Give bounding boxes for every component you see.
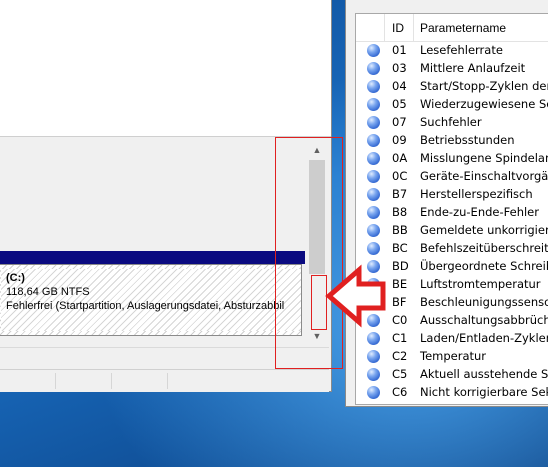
status-dot-icon [367, 350, 380, 363]
status-dot-icon [367, 242, 380, 255]
attribute-id: B8 [392, 205, 408, 219]
attribute-id: C5 [392, 367, 408, 381]
status-dot-icon [367, 44, 380, 57]
partition-status: Fehlerfrei (Startpartition, Auslagerungs… [6, 300, 285, 312]
list-item[interactable]: C2 Temperatur [356, 347, 548, 365]
attribute-id: C6 [392, 385, 408, 399]
partition-info: (C:) 118,64 GB NTFS Fehlerfrei (Startpar… [1, 269, 301, 331]
attribute-name: Suchfehler [420, 115, 482, 129]
attribute-id: 07 [392, 115, 407, 129]
attribute-id: 05 [392, 97, 407, 111]
attribute-name: Übergeordnete Schreibt [420, 259, 548, 273]
attribute-id: BD [392, 259, 409, 273]
list-item[interactable]: BC Befehlszeitüberschreitu [356, 239, 548, 257]
smart-attributes-window: ID Parametername 01 Lesefehlerrate 03 Mittl… [345, 0, 548, 407]
attribute-id: 03 [392, 61, 407, 75]
attribute-id: 09 [392, 133, 407, 147]
annotation-highlight-rect [275, 137, 343, 369]
attribute-id: 04 [392, 79, 407, 93]
attribute-name: Misslungene Spindelani [420, 151, 548, 165]
status-dot-icon [367, 206, 380, 219]
attribute-name: Herstellerspezifisch [420, 187, 533, 201]
attribute-name: Betriebsstunden [420, 133, 515, 147]
list-item[interactable]: C6 Nicht korrigierbare Sekt [356, 383, 548, 401]
attribute-id: 0C [392, 169, 408, 183]
attribute-name: Laden/Entladen-Zyklen [420, 331, 548, 345]
list-item[interactable]: 04 Start/Stopp-Zyklen der [356, 77, 548, 95]
attribute-id: BB [392, 223, 408, 237]
list-item[interactable]: BB Gemeldete unkorrigierb [356, 221, 548, 239]
annotation-arrow-icon [325, 264, 386, 328]
status-dot-icon [367, 170, 380, 183]
status-dot-icon [367, 188, 380, 201]
attribute-name: Beschleunigungssensor [420, 295, 548, 309]
smart-attribute-list[interactable]: ID Parametername 01 Lesefehlerrate 03 Mittl… [355, 13, 548, 405]
list-item[interactable]: B8 Ende-zu-Ende-Fehler [356, 203, 548, 221]
attribute-name: Wiederzugewiesene Se [420, 97, 548, 111]
header-divider [413, 14, 414, 41]
status-dot-icon [367, 386, 380, 399]
attribute-name: Nicht korrigierbare Sekt [420, 385, 548, 399]
status-divider [167, 373, 168, 389]
attribute-id: B7 [392, 187, 408, 201]
attribute-id: C2 [392, 349, 408, 363]
attribute-name: Lesefehlerrate [420, 43, 503, 57]
partition-size: 118,64 GB NTFS [6, 286, 90, 298]
attribute-name: Start/Stopp-Zyklen der [420, 79, 548, 93]
attribute-id: 01 [392, 43, 407, 57]
partition-c[interactable]: (C:) 118,64 GB NTFS Fehlerfrei (Startpar… [0, 264, 302, 336]
partition-header-bar [0, 251, 305, 264]
attribute-name: Befehlszeitüberschreitu [420, 241, 548, 255]
list-item[interactable]: 0C Geräte-Einschaltvorgän [356, 167, 548, 185]
volume-list-area [0, 0, 331, 137]
attribute-id: BE [392, 277, 408, 291]
list-item[interactable]: 03 Mittlere Anlaufzeit [356, 59, 548, 77]
list-item[interactable]: 01 Lesefehlerrate [356, 41, 548, 59]
attribute-name: Aktuell ausstehende Se [420, 367, 548, 381]
attribute-id: C0 [392, 313, 408, 327]
disk-graphic-area [0, 139, 307, 239]
list-item[interactable]: C1 Laden/Entladen-Zyklen [356, 329, 548, 347]
status-divider [111, 373, 112, 389]
partition-drive-label: (C:) [6, 272, 25, 284]
attribute-id: BF [392, 295, 407, 309]
attribute-id: BC [392, 241, 408, 255]
attribute-id: 0A [392, 151, 408, 165]
attribute-name: Ende-zu-Ende-Fehler [420, 205, 539, 219]
attribute-name: Temperatur [420, 349, 487, 363]
status-divider [55, 373, 56, 389]
status-dot-icon [367, 116, 380, 129]
status-dot-icon [367, 332, 380, 345]
status-dot-icon [367, 224, 380, 237]
attribute-name: Mittlere Anlaufzeit [420, 61, 526, 75]
list-item[interactable]: B7 Herstellerspezifisch [356, 185, 548, 203]
column-header-name[interactable]: Parametername [420, 21, 506, 35]
attribute-name: Luftstromtemperatur [420, 277, 541, 291]
attribute-name: Geräte-Einschaltvorgän [420, 169, 548, 183]
attribute-name: Ausschaltungsabbrüche [420, 313, 548, 327]
list-item[interactable]: 0A Misslungene Spindelani [356, 149, 548, 167]
status-dot-icon [367, 98, 380, 111]
column-header-id[interactable]: ID [392, 21, 404, 35]
attribute-name: Gemeldete unkorrigierb [420, 223, 548, 237]
list-item[interactable]: 05 Wiederzugewiesene Se [356, 95, 548, 113]
list-item[interactable]: C5 Aktuell ausstehende Se [356, 365, 548, 383]
list-header: ID Parametername [356, 14, 548, 42]
attribute-id: C1 [392, 331, 408, 345]
status-dot-icon [367, 134, 380, 147]
status-bar [0, 369, 329, 392]
list-rows: 01 Lesefehlerrate 03 Mittlere Anlaufzeit 04 S… [356, 41, 548, 401]
status-dot-icon [367, 62, 380, 75]
status-dot-icon [367, 80, 380, 93]
list-item[interactable]: 09 Betriebsstunden [356, 131, 548, 149]
header-divider [384, 14, 385, 41]
status-dot-icon [367, 152, 380, 165]
status-dot-icon [367, 368, 380, 381]
list-item[interactable]: 07 Suchfehler [356, 113, 548, 131]
